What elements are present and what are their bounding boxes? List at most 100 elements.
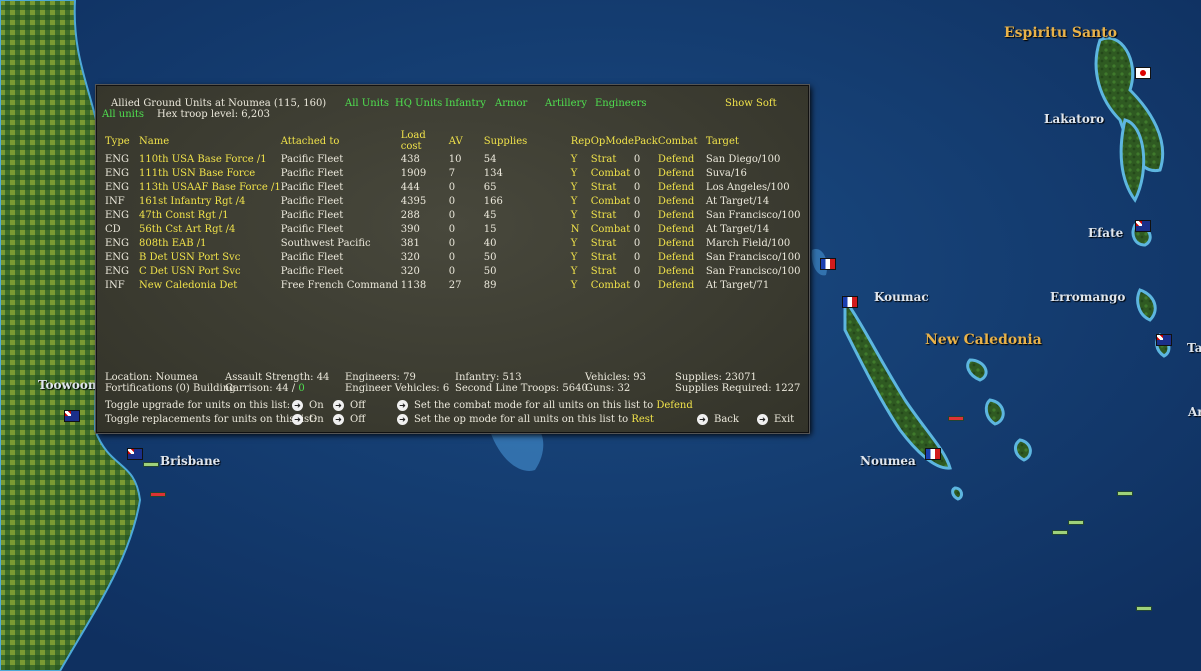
unit-name[interactable]: 808th EAB /1 xyxy=(139,236,281,250)
unit-name[interactable]: 56th Cst Art Rgt /4 xyxy=(139,222,281,236)
col-av[interactable]: AV xyxy=(449,130,484,152)
table-row[interactable]: ENG C Det USN Port Svc Pacific Fleet 320 0 50… xyxy=(105,264,800,278)
australian-flag-icon[interactable] xyxy=(64,410,80,422)
unit-opmode[interactable]: Combat xyxy=(591,222,634,236)
table-row[interactable]: ENG 113th USAAF Base Force /1 Pacific Flee… xyxy=(105,180,800,194)
unit-combat[interactable]: Defend xyxy=(658,264,706,278)
unit-name[interactable]: B Det USN Port Svc xyxy=(139,250,281,264)
unit-combat[interactable]: Defend xyxy=(658,152,706,166)
col-combat[interactable]: Combat xyxy=(658,130,706,152)
table-row[interactable]: ENG 111th USN Base Force Pacific Fleet 1909… xyxy=(105,166,800,180)
naval-unit-icon[interactable] xyxy=(150,492,166,497)
unit-rep[interactable]: Y xyxy=(571,180,591,194)
set-op-mode-button[interactable]: ➜ Set the op mode for all units on this l… xyxy=(397,414,654,425)
table-row[interactable]: ENG 47th Const Rgt /1 Pacific Fleet 288 0 45 Y… xyxy=(105,208,800,222)
unit-rep[interactable]: Y xyxy=(571,264,591,278)
unit-rep[interactable]: Y xyxy=(571,250,591,264)
unit-name[interactable]: 47th Const Rgt /1 xyxy=(139,208,281,222)
unit-opmode[interactable]: Strat xyxy=(591,250,634,264)
col-load-cost[interactable]: Load cost xyxy=(401,130,449,152)
second-line-troops: Second Line Troops: 5640 xyxy=(455,383,588,394)
unit-opmode[interactable]: Strat xyxy=(591,208,634,222)
unit-name[interactable]: 111th USN Base Force xyxy=(139,166,281,180)
unit-rep[interactable]: Y xyxy=(571,152,591,166)
filter-engineers[interactable]: Engineers xyxy=(595,98,647,109)
french-flag-icon[interactable] xyxy=(820,258,836,270)
replacements-on-button[interactable]: ➜ On xyxy=(292,414,324,425)
french-flag-icon[interactable] xyxy=(842,296,858,308)
show-soft-toggle[interactable]: Show Soft xyxy=(725,98,777,109)
op-mode-value[interactable]: Rest xyxy=(631,414,654,425)
exit-button[interactable]: ➜ Exit xyxy=(757,414,794,425)
naval-unit-icon[interactable] xyxy=(1117,491,1133,496)
table-row[interactable]: CD 56th Cst Art Rgt /4 Pacific Fleet 390 0 15… xyxy=(105,222,800,236)
table-row[interactable]: INF New Caledonia Det Free French Command 1… xyxy=(105,278,800,292)
australian-flag-icon[interactable] xyxy=(1135,220,1151,232)
unit-rep[interactable]: Y xyxy=(571,194,591,208)
filter-artillery[interactable]: Artillery xyxy=(545,98,587,109)
filter-hq-units[interactable]: HQ Units xyxy=(395,98,442,109)
combat-mode-value[interactable]: Defend xyxy=(656,400,692,411)
unit-name[interactable]: C Det USN Port Svc xyxy=(139,264,281,278)
unit-combat[interactable]: Defend xyxy=(658,278,706,292)
unit-load-cost: 1138 xyxy=(400,279,427,291)
unit-opmode[interactable]: Combat xyxy=(591,194,634,208)
upgrade-off-button[interactable]: ➜ Off xyxy=(333,400,365,411)
french-flag-icon[interactable] xyxy=(925,448,941,460)
table-row[interactable]: ENG 110th USA Base Force /1 Pacific Fleet 4… xyxy=(105,152,800,166)
naval-unit-icon[interactable] xyxy=(1068,520,1084,525)
filter-infantry[interactable]: Infantry xyxy=(445,98,486,109)
unit-rep[interactable]: Y xyxy=(571,166,591,180)
unit-rep[interactable]: N xyxy=(571,222,591,236)
unit-rep[interactable]: Y xyxy=(571,208,591,222)
australian-flag-icon[interactable] xyxy=(127,448,143,460)
table-row[interactable]: INF 161st Infantry Rgt /4 Pacific Fleet 439… xyxy=(105,194,800,208)
unit-combat[interactable]: Defend xyxy=(658,208,706,222)
replacements-off-button[interactable]: ➜ Off xyxy=(333,414,365,425)
naval-unit-icon[interactable] xyxy=(143,462,159,467)
unit-attached: Free French Command xyxy=(280,279,399,291)
upgrade-on-button[interactable]: ➜ On xyxy=(292,400,324,411)
ground-units-panel: Allied Ground Units at Noumea (115, 160)… xyxy=(96,85,809,433)
arrow-right-icon: ➜ xyxy=(697,414,708,425)
unit-rep[interactable]: Y xyxy=(571,278,591,292)
col-name[interactable]: Name xyxy=(139,130,281,152)
unit-combat[interactable]: Defend xyxy=(658,236,706,250)
col-supplies[interactable]: Supplies xyxy=(484,130,571,152)
unit-combat[interactable]: Defend xyxy=(658,166,706,180)
unit-combat[interactable]: Defend xyxy=(658,180,706,194)
filter-armor[interactable]: Armor xyxy=(495,98,527,109)
unit-name[interactable]: New Caledonia Det xyxy=(139,278,281,292)
unit-name[interactable]: 161st Infantry Rgt /4 xyxy=(139,194,281,208)
table-row[interactable]: ENG 808th EAB /1 Southwest Pacific 381 0 40 Y S… xyxy=(105,236,800,250)
col-rep[interactable]: Rep xyxy=(571,130,591,152)
col-target[interactable]: Target xyxy=(706,130,801,152)
filter-all-units[interactable]: All Units xyxy=(345,98,389,109)
unit-opmode[interactable]: Combat xyxy=(591,166,634,180)
col-attached[interactable]: Attached to xyxy=(281,130,401,152)
unit-opmode[interactable]: Strat xyxy=(591,236,634,250)
all-units-toggle[interactable]: All units xyxy=(102,109,144,120)
unit-opmode[interactable]: Strat xyxy=(591,152,634,166)
unit-name[interactable]: 110th USA Base Force /1 xyxy=(139,152,281,166)
col-opmode[interactable]: OpMode xyxy=(591,130,634,152)
naval-unit-icon[interactable] xyxy=(1136,606,1152,611)
unit-opmode[interactable]: Strat xyxy=(591,264,634,278)
back-button[interactable]: ➜ Back xyxy=(697,414,739,425)
australian-flag-icon[interactable] xyxy=(1156,334,1172,346)
naval-unit-icon[interactable] xyxy=(1052,530,1068,535)
table-row[interactable]: ENG B Det USN Port Svc Pacific Fleet 320 0 50… xyxy=(105,250,800,264)
unit-load-cost: 444 xyxy=(400,181,420,193)
unit-opmode[interactable]: Strat xyxy=(591,180,634,194)
naval-unit-icon[interactable] xyxy=(948,416,964,421)
unit-combat[interactable]: Defend xyxy=(658,194,706,208)
set-combat-mode-button[interactable]: ➜ Set the combat mode for all units on th… xyxy=(397,400,693,411)
japanese-flag-icon[interactable] xyxy=(1135,67,1151,79)
unit-rep[interactable]: Y xyxy=(571,236,591,250)
col-type[interactable]: Type xyxy=(105,130,139,152)
unit-name[interactable]: 113th USAAF Base Force /1 xyxy=(139,180,281,194)
unit-opmode[interactable]: Combat xyxy=(591,278,634,292)
unit-combat[interactable]: Defend xyxy=(658,250,706,264)
unit-combat[interactable]: Defend xyxy=(658,222,706,236)
col-pack[interactable]: Pack xyxy=(634,130,658,152)
